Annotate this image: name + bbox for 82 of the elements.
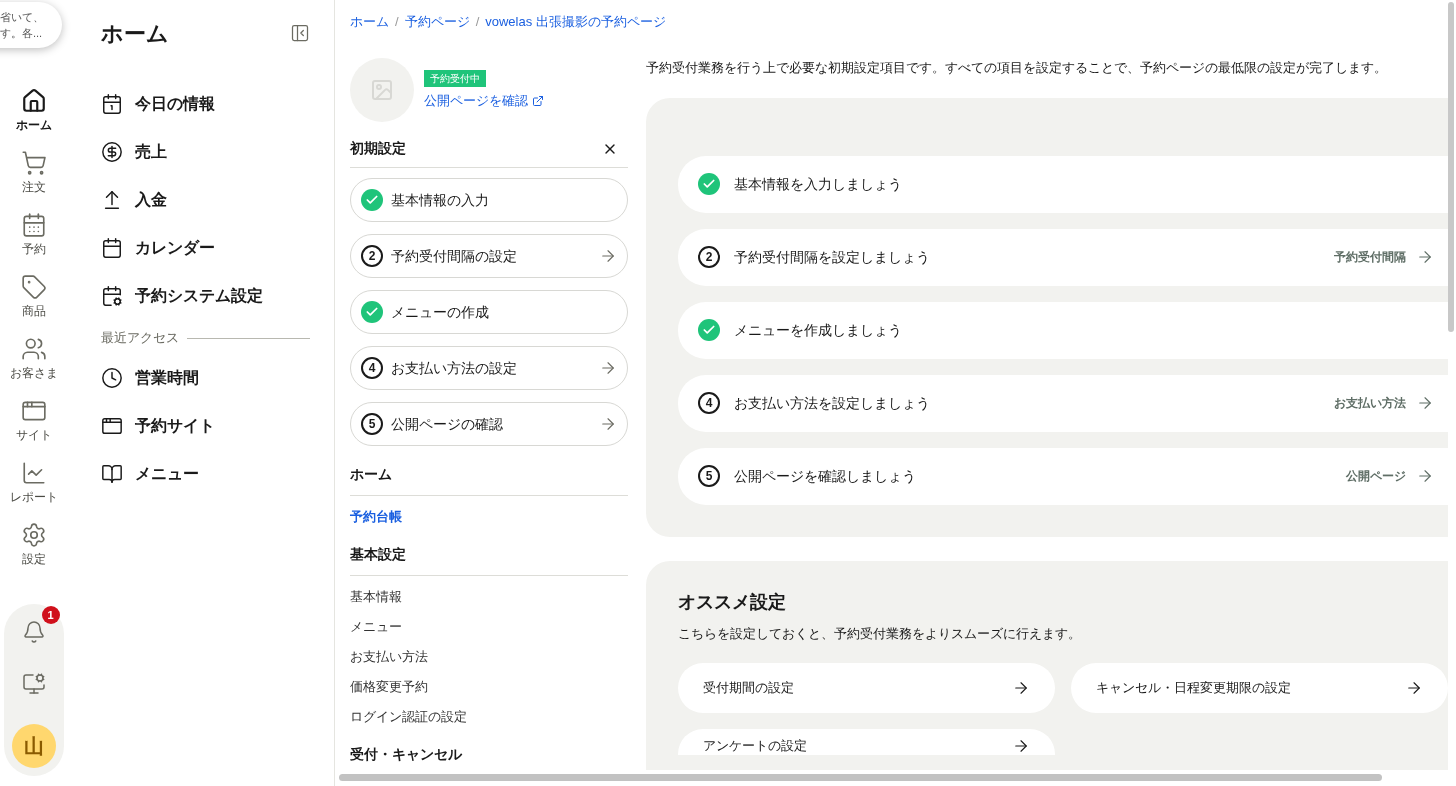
- arrow-icon: [1012, 679, 1030, 697]
- arrow-icon: [1405, 679, 1423, 697]
- section-label: 最近アクセス: [101, 329, 179, 348]
- nav-item[interactable]: 営業時間: [101, 354, 310, 402]
- nav-item[interactable]: 入金: [101, 176, 310, 224]
- step-number: 5: [698, 465, 720, 487]
- public-page-link[interactable]: 公開ページを確認: [424, 90, 544, 111]
- rail-item[interactable]: 設定: [0, 522, 67, 584]
- rail-item[interactable]: 予約: [0, 212, 67, 274]
- arrow-icon: [599, 415, 617, 433]
- sidebar-link[interactable]: 予約台帳: [350, 502, 628, 532]
- calendar-icon: [101, 93, 123, 115]
- arrow-icon: [1416, 394, 1434, 412]
- task-row[interactable]: メニューを作成しましょう: [678, 301, 1448, 359]
- scrollbar[interactable]: [339, 774, 1382, 781]
- rail-item[interactable]: レポート: [0, 460, 67, 522]
- nav-item[interactable]: 今日の情報: [101, 80, 310, 128]
- rail-item[interactable]: サイト: [0, 398, 67, 460]
- nav-item[interactable]: メニュー: [101, 450, 310, 498]
- coin-icon: [101, 141, 123, 163]
- arrow-icon: [1416, 248, 1434, 266]
- nav-item[interactable]: カレンダー: [101, 224, 310, 272]
- arrow-icon: [599, 359, 617, 377]
- task-row[interactable]: 4 お支払い方法を設定しましょう お支払い方法: [678, 374, 1448, 432]
- rail-item[interactable]: 注文: [0, 150, 67, 212]
- breadcrumb-link[interactable]: vowelas 出張撮影の予約ページ: [485, 12, 666, 32]
- breadcrumb-separator: /: [395, 13, 399, 32]
- arrow-icon: [1416, 467, 1434, 485]
- breadcrumb-separator: /: [475, 13, 480, 32]
- section-heading: ホーム: [350, 464, 628, 496]
- step-number: 2: [361, 245, 383, 267]
- sidebar-link[interactable]: お支払い方法: [350, 642, 628, 672]
- intro-text: 予約受付業務を行う上で必要な初期設定項目です。すべての項目を設定することで、予約ページの最低限の設定が完了します。: [646, 59, 1388, 77]
- sidebar-link[interactable]: ログイン認証の設定: [350, 702, 628, 732]
- step-number: 4: [361, 357, 383, 379]
- panel-title: ホーム: [101, 19, 169, 48]
- task-row[interactable]: 基本情報を入力しましょう: [678, 155, 1448, 213]
- calendar-icon: [20, 212, 47, 238]
- users-icon: [20, 336, 47, 362]
- step-number: 2: [698, 246, 720, 268]
- arrow-icon: [1012, 737, 1030, 755]
- nav-item[interactable]: 予約サイト: [101, 402, 310, 450]
- book-icon: [101, 463, 123, 485]
- chart-icon: [20, 460, 47, 486]
- breadcrumb-link[interactable]: ホーム: [350, 12, 389, 32]
- step-number: 4: [698, 392, 720, 414]
- settings-icon: [20, 522, 47, 548]
- calendar-icon: [101, 237, 123, 259]
- window-icon: [101, 415, 123, 437]
- status-badge: 予約受付中: [424, 69, 486, 87]
- cart-icon: [20, 150, 47, 176]
- sidebar-link[interactable]: 価格変更予約: [350, 672, 628, 702]
- avatar[interactable]: 山: [11, 724, 56, 768]
- sidebar-link[interactable]: メニュー: [350, 612, 628, 642]
- setting-button[interactable]: 受付期間の設定: [678, 663, 1055, 713]
- breadcrumb-link[interactable]: 予約ページ: [404, 12, 470, 32]
- tooltip: 省いて、 す。各...: [0, 2, 62, 48]
- section-heading: 初期設定: [350, 139, 406, 158]
- step-number: 5: [361, 413, 383, 435]
- nav-item[interactable]: 売上: [101, 128, 310, 176]
- task-row[interactable]: 5 公開ページを確認しましょう 公開ページ: [678, 447, 1448, 505]
- collapse-icon[interactable]: [290, 23, 310, 43]
- external-link-icon: [532, 94, 544, 107]
- card-description: こちらを設定しておくと、予約受付業務をよりスムーズに行えます。: [678, 624, 1082, 643]
- calendar-gear-icon: [101, 285, 123, 307]
- arrow-icon: [599, 247, 617, 265]
- setting-button[interactable]: キャンセル・日程変更期限の設定: [1071, 663, 1448, 713]
- clock-icon: [101, 367, 123, 389]
- rail-item[interactable]: 商品: [0, 274, 67, 336]
- sidebar-link[interactable]: 基本情報: [350, 582, 628, 612]
- card-title: オススメ設定: [678, 590, 787, 614]
- task-row[interactable]: 2 予約受付間隔を設定しましょう 予約受付間隔: [678, 228, 1448, 286]
- section-heading: 基本設定: [350, 544, 628, 576]
- home-icon: [20, 88, 47, 114]
- tag-icon: [20, 274, 47, 300]
- rail-item[interactable]: お客さま: [0, 336, 67, 398]
- bell-icon[interactable]: [21, 620, 46, 644]
- rail-item[interactable]: ホーム: [0, 88, 67, 150]
- scrollbar[interactable]: [1448, 2, 1454, 332]
- nav-item[interactable]: 予約システム設定: [101, 272, 310, 320]
- setting-button[interactable]: アンケートの設定: [678, 729, 1055, 755]
- notification-badge: 1: [41, 606, 60, 624]
